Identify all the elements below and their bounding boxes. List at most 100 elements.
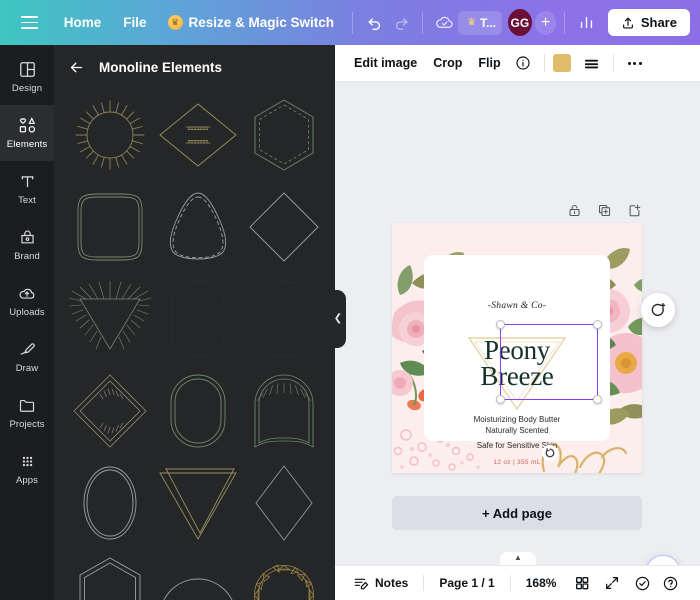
notes-label: Notes [375, 576, 409, 590]
editor-area: Edit image Crop Flip -Shawn & Co- Peony … [335, 45, 700, 600]
check-status-button[interactable] [630, 571, 654, 595]
info-icon[interactable] [510, 50, 536, 76]
element-diamond-ornate-frame[interactable] [156, 91, 240, 179]
element-triangle-rounded-frame[interactable] [156, 183, 240, 271]
divider [423, 575, 425, 591]
sidebar-item-draw[interactable]: Draw [0, 329, 54, 385]
elements-icon [19, 117, 35, 133]
divider [564, 11, 566, 34]
chevron-up-icon: ▲ [514, 553, 522, 562]
divider [422, 11, 424, 34]
zoom-control[interactable]: 168% [520, 572, 563, 594]
sidebar-item-label: Uploads [9, 307, 45, 318]
element-hexagon-dashed-frame[interactable] [244, 91, 324, 179]
canvas-area: -Shawn & Co- Peony Breeze Moisturizing B… [335, 82, 700, 600]
editor-toolbar: Edit image Crop Flip [335, 45, 700, 82]
rotate-refresh-button[interactable] [641, 293, 675, 327]
element-rhombus-frame[interactable] [244, 459, 324, 547]
resize-handle-top-left[interactable] [496, 320, 505, 329]
projects-icon [19, 399, 35, 412]
sidebar-item-label: Elements [6, 139, 48, 150]
sidebar-item-uploads[interactable]: Uploads [0, 273, 54, 329]
try-pro-button[interactable]: ♛ T... [457, 10, 502, 35]
element-blank-rounded-frame-b[interactable] [244, 275, 324, 363]
redo-icon[interactable] [388, 8, 415, 38]
share-button[interactable]: Share [607, 9, 690, 36]
fullscreen-icon [606, 577, 619, 589]
sidebar-item-label: Projects [9, 419, 45, 430]
file-menu[interactable]: File [112, 9, 157, 36]
avatar[interactable]: GG [507, 9, 532, 36]
notes-button[interactable]: Notes [347, 571, 414, 595]
home-link[interactable]: Home [53, 9, 113, 36]
more-options-icon[interactable] [622, 50, 648, 76]
hamburger-icon[interactable] [16, 8, 43, 38]
element-rounded-square-frame[interactable] [68, 183, 152, 271]
element-hexagon-double-frame[interactable] [68, 551, 152, 600]
sidebar-item-apps[interactable]: Apps [0, 441, 54, 497]
notes-icon [354, 578, 369, 590]
resize-magic-switch-label: Resize & Magic Switch [188, 15, 335, 30]
expand-panel-button[interactable]: ▲ [500, 552, 536, 565]
crop-button[interactable]: Crop [426, 51, 469, 75]
text-icon [21, 176, 33, 188]
top-bar: Home File ♛ Resize & Magic Switch ♛ T...… [0, 0, 700, 45]
grid-view-button[interactable] [570, 571, 594, 595]
sidebar-item-text[interactable]: Text [0, 161, 54, 217]
element-diamond-double-frame[interactable] [68, 367, 152, 455]
color-swatch-button[interactable] [552, 54, 571, 72]
undo-icon[interactable] [361, 8, 388, 38]
design-page[interactable]: -Shawn & Co- Peony Breeze Moisturizing B… [392, 223, 642, 473]
upload-icon [622, 17, 633, 29]
selection-box[interactable] [496, 320, 602, 404]
element-arch-sunburst-frame[interactable] [244, 367, 324, 455]
element-triangle-double-frame[interactable] [156, 459, 240, 547]
elements-panel: Monoline Elements [54, 45, 335, 600]
flip-button[interactable]: Flip [471, 51, 507, 75]
sidebar-item-projects[interactable]: Projects [0, 385, 54, 441]
duplicate-page-icon[interactable] [595, 201, 613, 219]
invite-members-button[interactable]: + [534, 10, 557, 35]
sidebar-item-elements[interactable]: Elements [0, 105, 54, 161]
panel-collapse-handle[interactable]: ❮ [330, 290, 346, 348]
share-label: Share [640, 15, 677, 30]
element-semicircle-frame[interactable] [156, 551, 240, 600]
label-card: -Shawn & Co- Peony Breeze Moisturizing B… [424, 255, 610, 466]
sidebar-item-brand[interactable]: Brand [0, 217, 54, 273]
resize-handle-bottom-right[interactable] [593, 395, 602, 404]
add-page-button[interactable]: + Add page [392, 496, 642, 530]
element-sun-star-circle-frame[interactable] [244, 551, 324, 600]
help-icon [663, 576, 678, 590]
loading-spinner-icon [542, 445, 558, 461]
resize-magic-switch-button[interactable]: ♛ Resize & Magic Switch [158, 9, 345, 36]
lock-icon[interactable] [565, 201, 583, 219]
panel-header: Monoline Elements [54, 45, 335, 89]
element-sunburst-triangle-frame[interactable] [68, 275, 152, 363]
element-capsule-double-frame[interactable] [156, 367, 240, 455]
cloud-saved-icon[interactable] [431, 8, 458, 38]
grid-view-icon [576, 577, 589, 590]
back-arrow-icon[interactable] [68, 59, 85, 76]
resize-handle-top-right[interactable] [593, 320, 602, 329]
element-diamond-thin-frame[interactable] [244, 183, 324, 271]
align-icon[interactable] [579, 50, 605, 76]
help-button[interactable] [658, 571, 682, 595]
bottom-bar: Notes Page 1 / 1 168% [335, 565, 700, 600]
divider [543, 54, 545, 72]
uploads-icon [19, 288, 35, 299]
page-indicator[interactable]: Page 1 / 1 [433, 572, 500, 594]
insights-icon[interactable] [573, 8, 600, 38]
elements-grid [54, 89, 335, 600]
crown-small-icon: ♛ [466, 16, 476, 28]
sidebar-item-label: Text [18, 195, 36, 206]
resize-handle-bottom-left[interactable] [496, 395, 505, 404]
fullscreen-button[interactable] [600, 571, 624, 595]
add-page-icon[interactable] [625, 201, 643, 219]
sidebar-item-label: Brand [14, 251, 40, 262]
element-blank-rounded-frame-a[interactable] [156, 275, 240, 363]
element-ellipse-double-frame[interactable] [68, 459, 152, 547]
sidebar-item-design[interactable]: Design [0, 49, 54, 105]
element-sunburst-circle-frame[interactable] [68, 91, 152, 179]
edit-image-button[interactable]: Edit image [347, 51, 424, 75]
panel-title: Monoline Elements [99, 59, 223, 75]
